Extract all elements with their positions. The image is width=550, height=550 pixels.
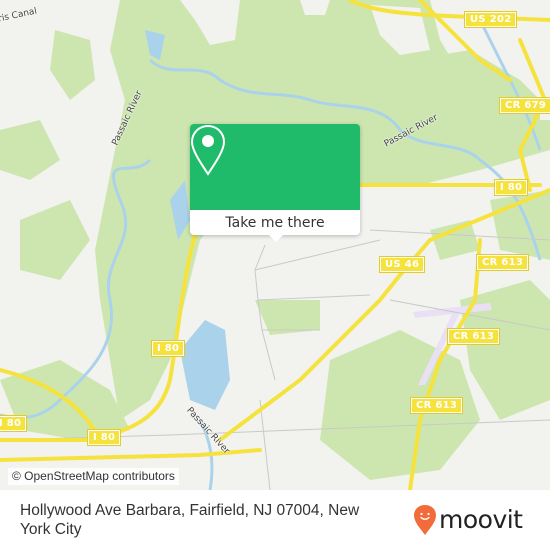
map-view[interactable]: US 202 CR 679 I 80 US 46 CR 613 CR 613 C…	[0, 0, 550, 490]
road-shield-i80: I 80	[86, 429, 122, 446]
location-popup: Take me there	[190, 124, 360, 242]
map-pin-icon	[190, 124, 226, 176]
road-shield-i80: I 80	[150, 340, 186, 357]
popup-header	[190, 124, 360, 210]
popup-pointer	[268, 234, 284, 242]
brand-name: moovit	[439, 505, 523, 534]
road-shield-i80: I 80	[493, 179, 529, 196]
take-me-there-button[interactable]: Take me there	[190, 210, 360, 235]
moovit-logo[interactable]: moovit	[413, 504, 523, 536]
road-shield-cr679: CR 679	[498, 97, 550, 114]
road-shield-cr613: CR 613	[475, 254, 530, 271]
address-text: Hollywood Ave Barbara, Fairfield, NJ 070…	[20, 502, 360, 538]
park-area	[0, 120, 60, 180]
moovit-pin-logo-icon	[414, 505, 436, 535]
map-tiles	[0, 0, 550, 490]
road-shield-cr613: CR 613	[446, 328, 501, 345]
road-shield-us202: US 202	[463, 11, 518, 28]
road-shield-i80: I 80	[0, 415, 28, 432]
footer: Hollywood Ave Barbara, Fairfield, NJ 070…	[0, 490, 550, 550]
map-attribution[interactable]: © OpenStreetMap contributors	[8, 468, 179, 485]
lake	[180, 320, 230, 410]
park-area	[430, 220, 480, 260]
road-shield-us46: US 46	[378, 256, 426, 273]
park-area	[20, 200, 90, 280]
road-shield-cr613: CR 613	[409, 397, 464, 414]
park-area	[50, 30, 95, 100]
